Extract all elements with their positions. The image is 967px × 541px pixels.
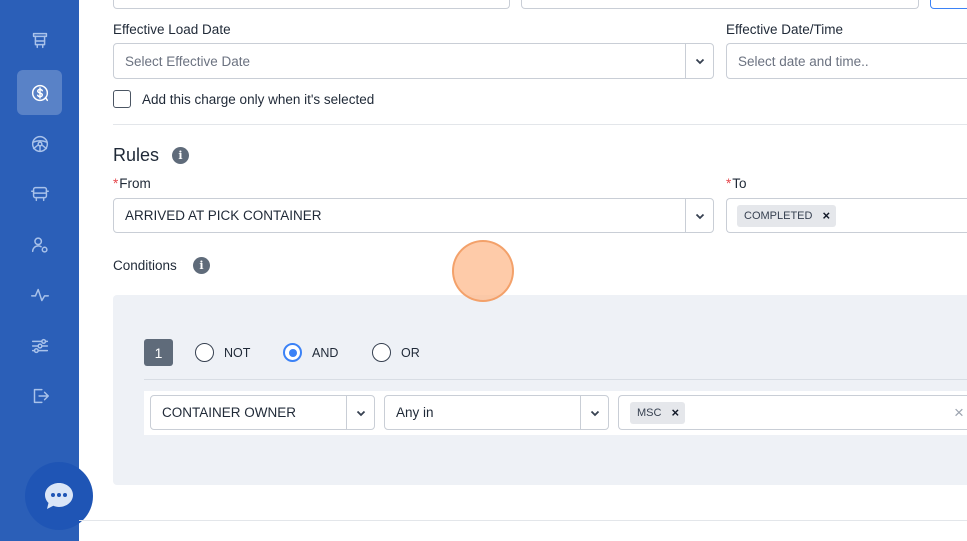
dropdown-toggle[interactable] [685,44,713,78]
sidebar-item-trucks[interactable] [17,18,62,63]
sidebar-item-drivers[interactable] [17,121,62,166]
from-label: *From [113,176,151,191]
chevron-down-icon [695,58,704,65]
to-status-tag: COMPLETED × [737,204,837,227]
chevron-down-icon [695,213,704,219]
conditions-panel: 1 NOT AND OR CONTAINER OWNER Any in MSC … [113,295,967,485]
effective-load-date-select[interactable]: Select Effective Date [113,43,714,79]
remove-tag-icon[interactable]: × [822,208,830,223]
sliders-icon [31,338,48,353]
dropdown-toggle[interactable] [580,396,608,429]
steering-wheel-icon [31,135,48,152]
activity-icon [30,288,49,301]
dropdown-toggle[interactable] [685,199,713,232]
sidebar-item-logout[interactable] [17,373,62,418]
effective-datetime-label: Effective Date/Time [726,22,844,37]
tag-label: MSC [637,406,662,419]
remove-tag-icon[interactable]: × [671,405,679,420]
effective-load-date-label: Effective Load Date [113,22,231,37]
chevron-down-icon [590,410,599,416]
bus-icon [30,186,49,201]
operator-and-radio[interactable] [283,343,302,362]
operator-and-label: AND [312,346,339,360]
user-settings-icon [31,236,48,253]
to-label: *To [726,176,747,191]
condition-values-multiselect[interactable]: MSC × × [618,395,967,430]
operator-not-label: NOT [224,346,251,360]
selected-only-checkbox[interactable] [113,90,131,108]
chat-bubble-icon [45,483,73,509]
condition-field-value: CONTAINER OWNER [162,405,296,420]
conditions-label: Conditions [113,258,177,273]
sidebar-item-fleet[interactable] [17,171,62,216]
chevron-down-icon [356,410,365,416]
section-divider [113,124,967,125]
to-status-multiselect[interactable]: COMPLETED × [726,198,967,233]
footer-divider [79,520,967,521]
from-status-select[interactable]: ARRIVED AT PICK CONTAINER [113,198,714,233]
click-indicator [452,240,514,302]
logout-icon [33,388,49,403]
prev-input-1[interactable] [113,0,510,9]
required-mark: * [726,176,732,191]
required-mark: * [113,176,119,191]
charge-form: Effective Load Date Select Effective Dat… [79,0,967,541]
operator-not-radio[interactable] [195,343,214,362]
group-divider [144,379,967,380]
dropdown-toggle[interactable] [346,396,374,429]
from-status-value: ARRIVED AT PICK CONTAINER [125,208,322,223]
operator-or-label: OR [401,346,420,360]
prev-input-2[interactable] [521,0,919,9]
sidebar-item-settings[interactable] [17,323,62,368]
sidebar-item-users[interactable] [17,222,62,267]
condition-group-number: 1 [144,339,173,366]
sidebar-item-billing[interactable] [17,70,62,115]
clear-all-icon[interactable]: × [954,403,964,423]
dollar-circle-icon [31,84,48,101]
condition-field-select[interactable]: CONTAINER OWNER [150,395,375,430]
sidebar-item-activity[interactable] [17,272,62,317]
effective-datetime-input[interactable]: Select date and time.. [726,43,967,79]
rules-info-icon[interactable]: i [172,147,189,164]
tag-label: COMPLETED [744,209,813,222]
prev-button[interactable] [930,0,967,9]
truck-front-icon [32,32,47,48]
to-label-text: To [732,176,747,191]
conditions-info-icon[interactable]: i [193,257,210,274]
operator-or-radio[interactable] [372,343,391,362]
effective-load-date-placeholder: Select Effective Date [125,53,251,69]
condition-operator-select[interactable]: Any in [384,395,609,430]
effective-datetime-placeholder: Select date and time.. [738,53,869,69]
rules-heading: Rules [113,145,160,165]
sidebar [0,0,93,541]
condition-row: CONTAINER OWNER Any in MSC × × [144,391,967,435]
selected-only-checkbox-label: Add this charge only when it's selected [142,92,375,107]
condition-value-tag: MSC × [630,401,686,424]
condition-operator-value: Any in [396,405,434,420]
from-label-text: From [119,176,151,191]
